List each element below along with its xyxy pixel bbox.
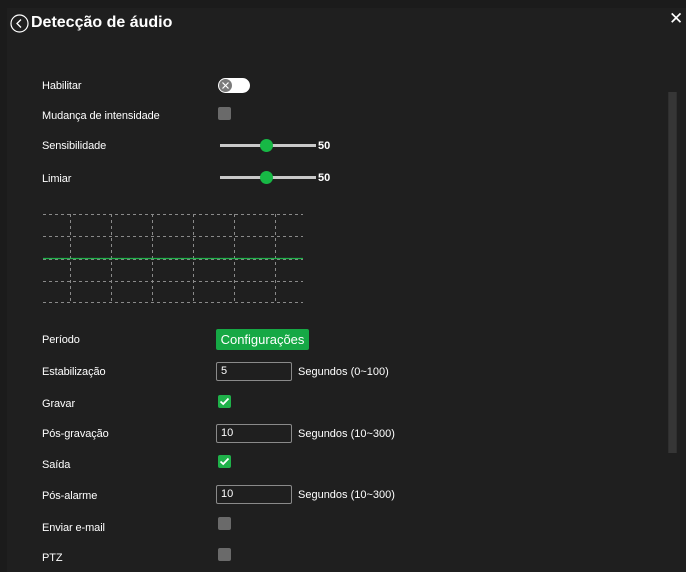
sensitivity-value: 50	[318, 140, 331, 152]
output-label: Saída	[42, 459, 71, 471]
output-checkbox[interactable]	[218, 455, 231, 468]
sensitivity-slider-handle[interactable]	[260, 139, 273, 152]
intensity-change-label: Mudança de intensidade	[42, 110, 160, 122]
checkmark-icon	[219, 397, 230, 406]
post-alarm-unit: Segundos (10~300)	[298, 489, 395, 501]
scrollbar-thumb[interactable]	[669, 92, 676, 453]
toggle-knob	[219, 79, 232, 92]
audio-level-graph	[43, 214, 303, 303]
page-title: Detecção de áudio	[31, 14, 173, 31]
sensitivity-label: Sensibilidade	[42, 140, 107, 152]
intensity-change-checkbox[interactable]	[218, 107, 231, 120]
toggle-off-icon	[222, 82, 229, 89]
threshold-label: Limiar	[42, 173, 72, 185]
back-icon[interactable]	[10, 14, 29, 33]
close-icon[interactable]: ✕	[669, 10, 683, 27]
period-label: Período	[42, 334, 80, 346]
threshold-value: 50	[318, 172, 331, 184]
post-record-label: Pós-gravação	[42, 428, 109, 440]
ptz-checkbox[interactable]	[218, 548, 231, 561]
record-label: Gravar	[42, 398, 76, 410]
period-settings-button[interactable]: Configurações	[216, 329, 309, 350]
record-checkbox[interactable]	[218, 395, 231, 408]
checkmark-icon	[219, 457, 230, 466]
stabilization-unit: Segundos (0~100)	[298, 366, 389, 378]
threshold-slider-handle[interactable]	[260, 171, 273, 184]
scrollbar[interactable]	[668, 92, 677, 453]
enable-toggle[interactable]	[218, 78, 250, 93]
post-alarm-label: Pós-alarme	[42, 490, 98, 502]
enable-label: Habilitar	[42, 80, 82, 92]
ptz-label: PTZ	[42, 552, 63, 564]
send-email-label: Enviar e-mail	[42, 522, 105, 534]
stabilization-input[interactable]: 5	[216, 362, 292, 381]
post-record-unit: Segundos (10~300)	[298, 428, 395, 440]
post-alarm-input[interactable]: 10	[216, 485, 292, 504]
sensitivity-slider[interactable]	[220, 139, 316, 153]
threshold-slider[interactable]	[220, 171, 316, 185]
send-email-checkbox[interactable]	[218, 517, 231, 530]
stabilization-label: Estabilização	[42, 366, 106, 378]
post-record-input[interactable]: 10	[216, 424, 292, 443]
